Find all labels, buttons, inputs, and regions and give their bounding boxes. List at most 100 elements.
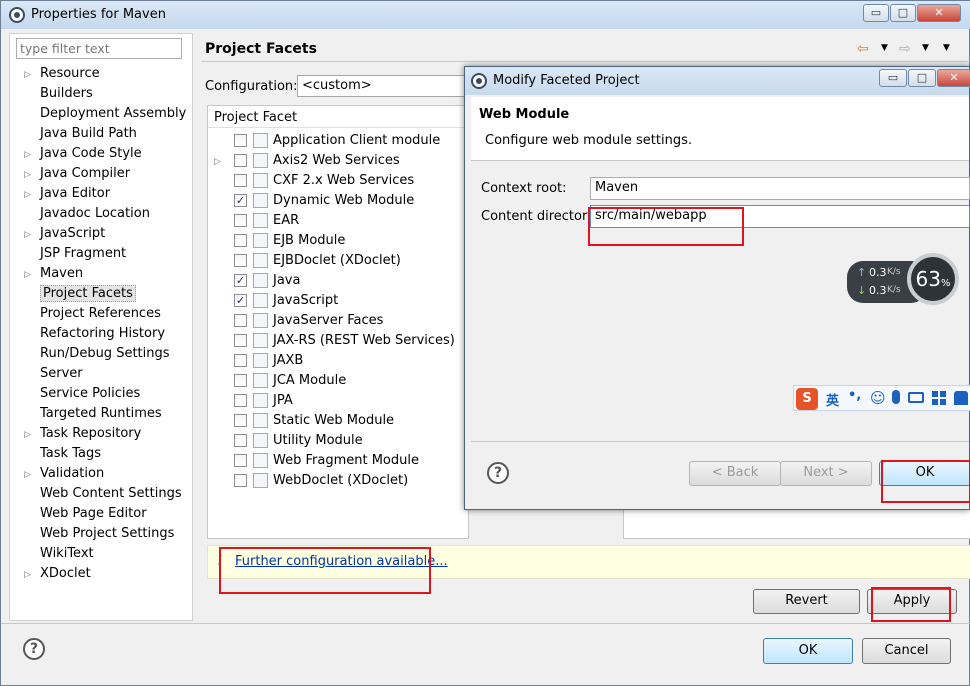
facet-checkbox[interactable]	[234, 234, 247, 247]
dialog-close-button[interactable]: ✕	[937, 69, 970, 87]
facet-row[interactable]: Application Client module	[214, 131, 470, 151]
facet-checkbox[interactable]	[234, 374, 247, 387]
facet-row[interactable]: CXF 2.x Web Services	[214, 171, 470, 191]
facet-row[interactable]: Java	[214, 271, 470, 291]
facet-row[interactable]: JavaServer Faces	[214, 311, 470, 331]
expand-arrow-icon[interactable]: ▷	[24, 465, 34, 485]
nav-item[interactable]: Task Tags	[24, 444, 194, 464]
nav-item[interactable]: Targeted Runtimes	[24, 404, 194, 424]
facet-row[interactable]: Dynamic Web Module	[214, 191, 470, 211]
nav-item[interactable]: Deployment Assembly	[24, 104, 194, 124]
nav-item[interactable]: Builders	[24, 84, 194, 104]
dialog-help-icon[interactable]: ?	[487, 462, 509, 484]
expand-arrow-icon[interactable]: ▷	[24, 165, 34, 185]
nav-item[interactable]: ▷ Resource	[24, 64, 194, 84]
nav-item[interactable]: ▷ Validation	[24, 464, 194, 484]
facet-row[interactable]: Static Web Module	[214, 411, 470, 431]
nav-item[interactable]: ▷ Java Editor	[24, 184, 194, 204]
forward-arrow-icon[interactable]: ⇨	[899, 41, 911, 57]
toolbox-icon[interactable]	[932, 391, 946, 405]
ok-button[interactable]: OK	[763, 638, 853, 664]
nav-item[interactable]: ▷ Maven	[24, 264, 194, 284]
facet-row[interactable]: ▷ Axis2 Web Services	[214, 151, 470, 171]
facet-checkbox[interactable]	[234, 154, 247, 167]
facet-checkbox[interactable]	[234, 334, 247, 347]
nav-item[interactable]: Server	[24, 364, 194, 384]
expand-arrow-icon[interactable]: ▷	[24, 565, 34, 585]
facet-checkbox[interactable]	[234, 254, 247, 267]
nav-item[interactable]: Service Policies	[24, 384, 194, 404]
facet-checkbox[interactable]	[234, 454, 247, 467]
nav-item[interactable]: Project References	[24, 304, 194, 324]
facet-checkbox[interactable]	[234, 214, 247, 227]
expand-arrow-icon[interactable]: ▷	[24, 65, 34, 85]
facet-row[interactable]: EJB Module	[214, 231, 470, 251]
usage-gauge[interactable]: 63%	[907, 253, 959, 305]
nav-item[interactable]: ▷ Task Repository	[24, 424, 194, 444]
nav-item[interactable]: Project Facets	[24, 284, 194, 304]
facet-checkbox[interactable]	[234, 194, 247, 207]
nav-item[interactable]: WikiText	[24, 544, 194, 564]
nav-item[interactable]: Run/Debug Settings	[24, 344, 194, 364]
nav-item[interactable]: ▷ Java Compiler	[24, 164, 194, 184]
facet-checkbox[interactable]	[234, 134, 247, 147]
back-dropdown-icon[interactable]: ▼	[881, 43, 888, 53]
close-button[interactable]: ✕	[917, 4, 961, 22]
facet-row[interactable]: EJBDoclet (XDoclet)	[214, 251, 470, 271]
facet-checkbox[interactable]	[234, 174, 247, 187]
dialog-minimize-button[interactable]: ▭	[879, 69, 907, 87]
nav-item[interactable]: Web Page Editor	[24, 504, 194, 524]
facet-checkbox[interactable]	[234, 294, 247, 307]
expand-arrow-icon[interactable]: ▷	[24, 185, 34, 205]
keyboard-icon[interactable]	[908, 392, 924, 403]
back-button[interactable]: < Back	[689, 461, 781, 486]
nav-item[interactable]: Java Build Path	[24, 124, 194, 144]
facet-row[interactable]: Utility Module	[214, 431, 470, 451]
view-menu-icon[interactable]: ▼	[943, 43, 950, 53]
nav-item[interactable]: ▷ XDoclet	[24, 564, 194, 584]
facet-row[interactable]: JAXB	[214, 351, 470, 371]
facet-checkbox[interactable]	[234, 314, 247, 327]
facet-row[interactable]: Web Fragment Module	[214, 451, 470, 471]
ime-language-toggle[interactable]: 英	[826, 390, 839, 409]
filter-input[interactable]: type filter text	[16, 38, 182, 59]
facet-checkbox[interactable]	[234, 274, 247, 287]
revert-button[interactable]: Revert	[753, 589, 860, 614]
context-root-input[interactable]: Maven	[590, 177, 970, 200]
nav-item[interactable]: Javadoc Location	[24, 204, 194, 224]
configuration-combo[interactable]: <custom>	[297, 75, 467, 97]
nav-item[interactable]: Web Project Settings	[24, 524, 194, 544]
minimize-button[interactable]: ▭	[863, 4, 889, 22]
next-button[interactable]: Next >	[780, 461, 872, 486]
facet-row[interactable]: JCA Module	[214, 371, 470, 391]
facet-row[interactable]: EAR	[214, 211, 470, 231]
expand-arrow-icon[interactable]: ▷	[24, 145, 34, 165]
expand-arrow-icon[interactable]: ▷	[24, 265, 34, 285]
help-icon[interactable]: ?	[23, 638, 45, 660]
back-arrow-icon[interactable]: ⇦	[857, 41, 869, 57]
facet-checkbox[interactable]	[234, 414, 247, 427]
nav-item[interactable]: Web Content Settings	[24, 484, 194, 504]
dialog-maximize-button[interactable]: □	[908, 69, 936, 87]
skin-shirt-icon[interactable]	[954, 391, 968, 405]
sogou-logo-icon[interactable]: S	[796, 388, 818, 410]
expand-arrow-icon[interactable]: ▷	[214, 152, 224, 172]
facet-checkbox[interactable]	[234, 474, 247, 487]
facet-checkbox[interactable]	[234, 434, 247, 447]
facet-row[interactable]: JPA	[214, 391, 470, 411]
nav-item[interactable]: ▷ Java Code Style	[24, 144, 194, 164]
facet-checkbox[interactable]	[234, 394, 247, 407]
nav-item[interactable]: JSP Fragment	[24, 244, 194, 264]
forward-dropdown-icon[interactable]: ▼	[922, 43, 929, 53]
facet-row[interactable]: WebDoclet (XDoclet)	[214, 471, 470, 491]
facet-row[interactable]: JavaScript	[214, 291, 470, 311]
ime-punctuation-toggle[interactable]: •,	[848, 388, 861, 403]
expand-arrow-icon[interactable]: ▷	[24, 225, 34, 245]
expand-arrow-icon[interactable]: ▷	[24, 425, 34, 445]
facet-row[interactable]: JAX-RS (REST Web Services)	[214, 331, 470, 351]
microphone-icon[interactable]	[892, 390, 900, 404]
facet-checkbox[interactable]	[234, 354, 247, 367]
emoji-icon[interactable]: ☺	[870, 389, 886, 407]
maximize-button[interactable]: □	[890, 4, 916, 22]
nav-item[interactable]: Refactoring History	[24, 324, 194, 344]
